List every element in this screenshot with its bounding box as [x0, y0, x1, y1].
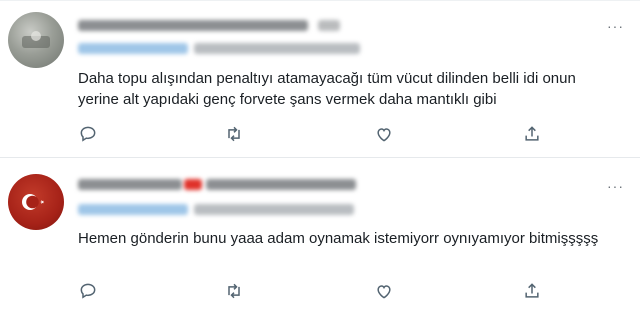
author-name-cont[interactable] — [206, 179, 356, 190]
avatar[interactable] — [8, 174, 64, 230]
avatar[interactable] — [8, 12, 64, 68]
like-icon[interactable] — [374, 281, 396, 303]
tweet[interactable]: ··· Daha topu alışından penaltıyı atamay… — [0, 0, 640, 157]
retweet-icon[interactable] — [224, 281, 246, 303]
gray-avatar-icon — [22, 31, 50, 48]
replying-to — [194, 204, 354, 215]
tweet-actions — [78, 281, 558, 303]
author-handle[interactable] — [78, 43, 188, 54]
share-icon[interactable] — [522, 281, 544, 303]
red-crescent-avatar-icon — [22, 194, 44, 210]
reply-icon[interactable] — [78, 281, 100, 303]
author-handle[interactable] — [78, 204, 188, 215]
name-emoji — [184, 179, 202, 190]
retweet-icon[interactable] — [224, 124, 246, 146]
author-name[interactable] — [78, 20, 308, 31]
more-options-icon[interactable]: ··· — [607, 18, 624, 34]
tweet[interactable]: ··· Hemen gönderin bunu yaaa adam oynama… — [0, 158, 640, 311]
more-options-icon[interactable]: ··· — [607, 178, 624, 194]
like-icon[interactable] — [374, 124, 396, 146]
timestamp[interactable] — [318, 20, 340, 31]
tweet-text: Daha topu alışından penaltıyı atamayacağ… — [78, 70, 576, 108]
author-name[interactable] — [78, 179, 182, 190]
replying-to — [194, 43, 360, 54]
tweet-actions — [78, 124, 558, 146]
tweet-text: Hemen gönderin bunu yaaa adam oynamak is… — [78, 230, 599, 247]
share-icon[interactable] — [522, 124, 544, 146]
reply-icon[interactable] — [78, 124, 100, 146]
